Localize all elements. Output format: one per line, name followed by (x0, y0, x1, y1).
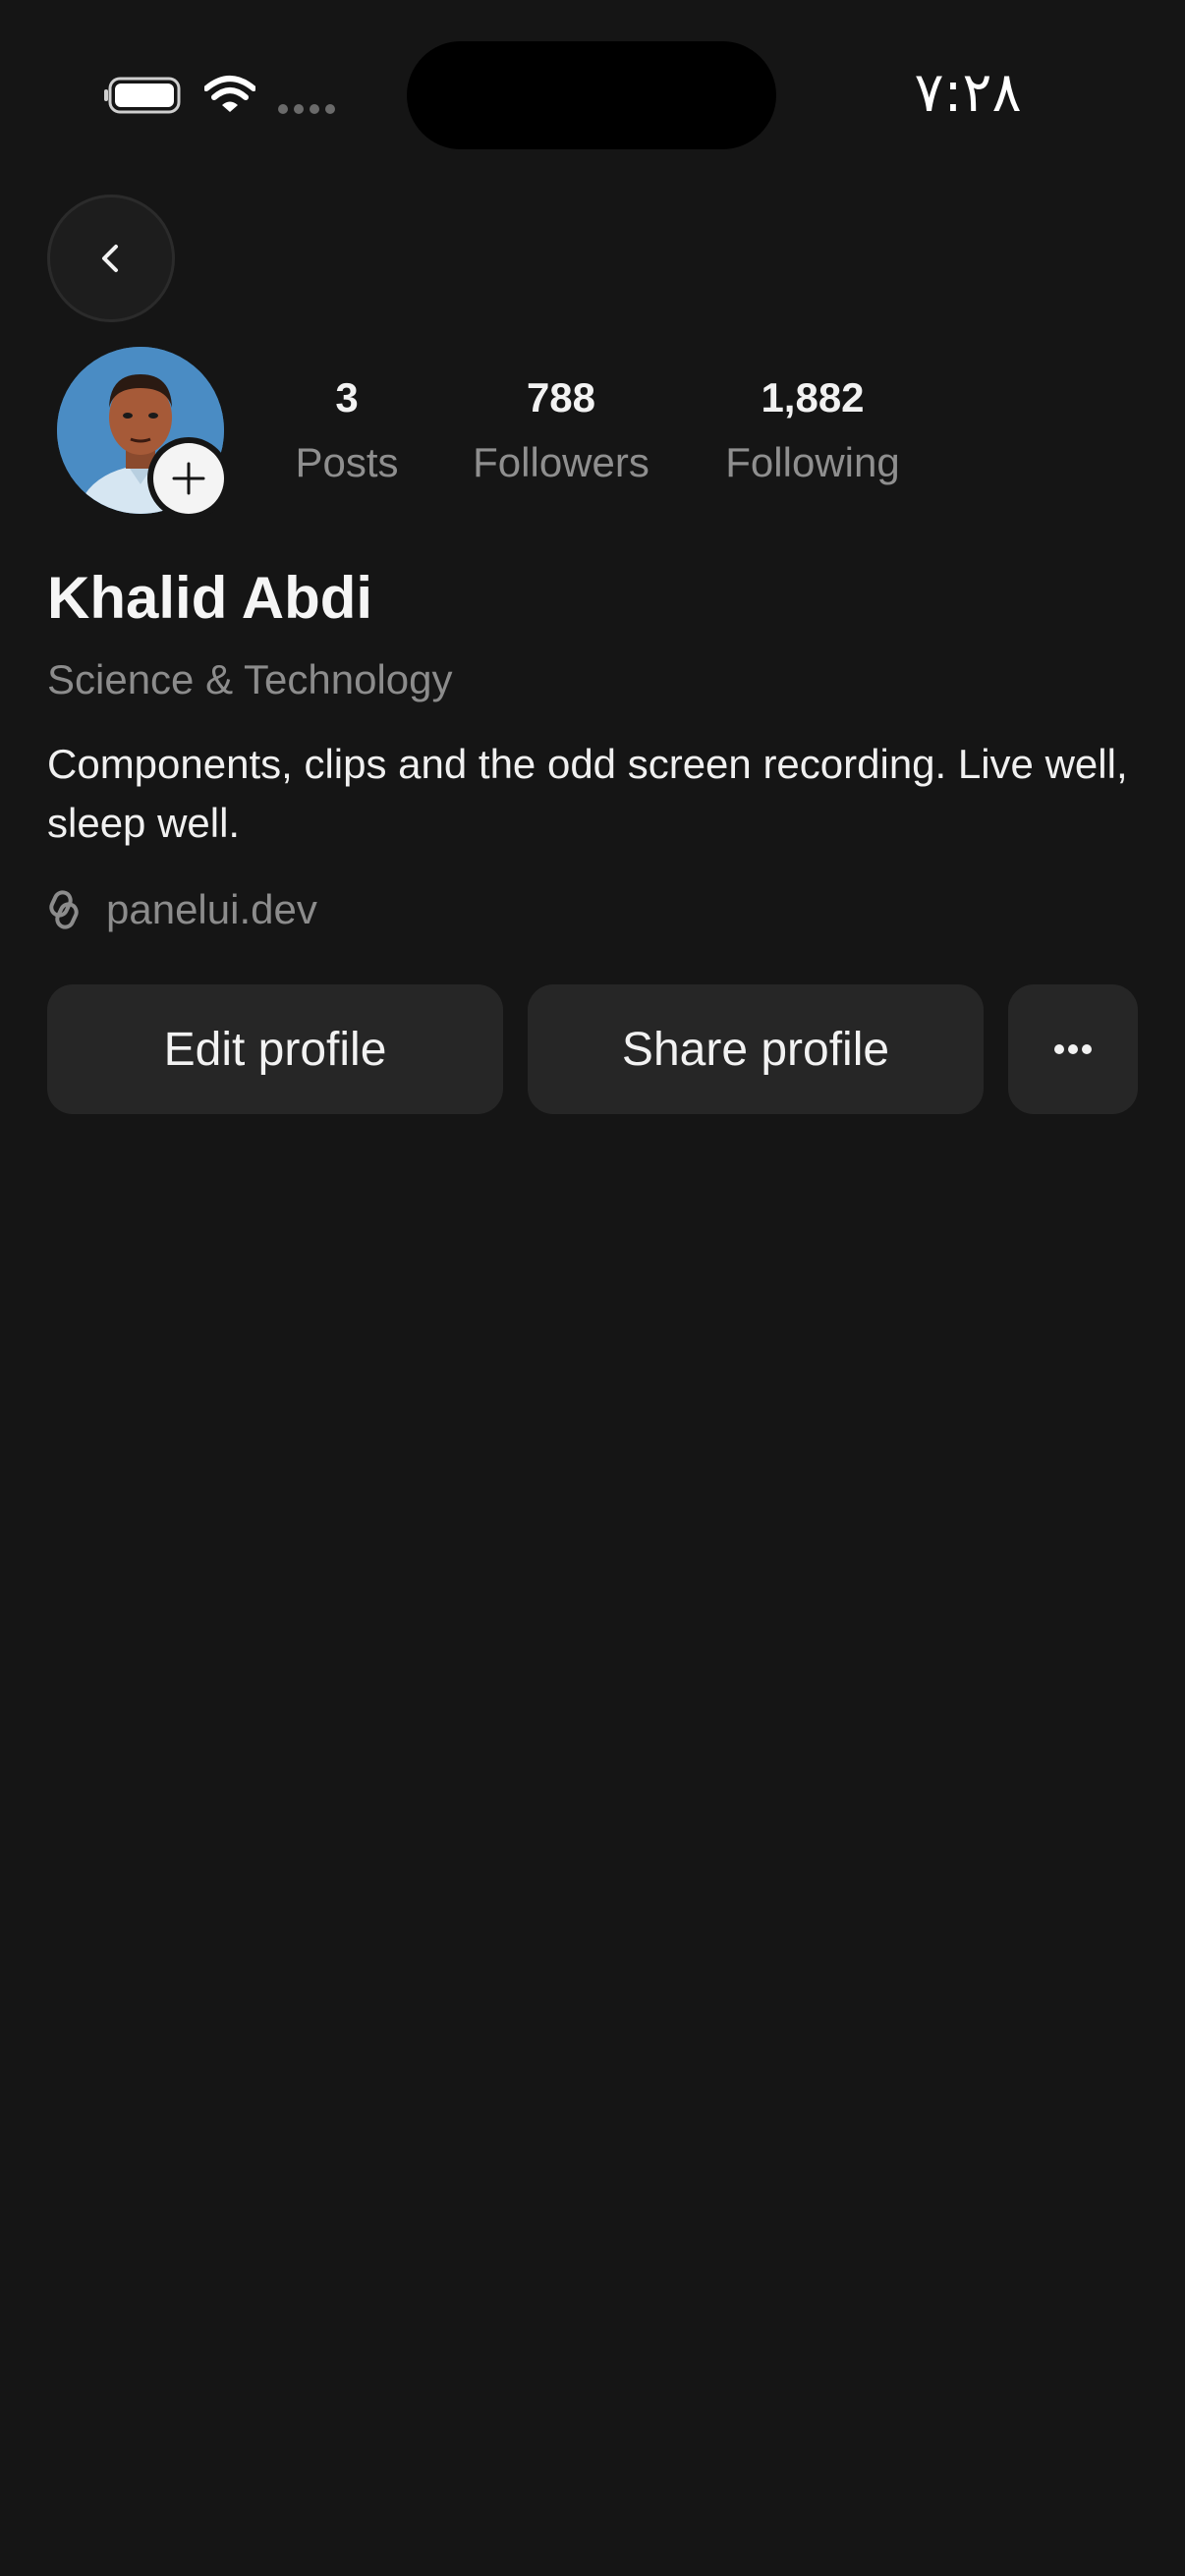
dynamic-island (407, 41, 776, 149)
ellipsis-icon (1054, 1044, 1092, 1054)
profile-category: Science & Technology (47, 656, 453, 702)
add-story-button[interactable] (147, 437, 230, 520)
followers-label: Followers (473, 439, 649, 485)
profile-link[interactable]: panelui.dev (47, 880, 317, 939)
share-profile-button[interactable]: Share profile (528, 984, 984, 1114)
back-button[interactable] (47, 195, 175, 322)
link-icon (49, 890, 79, 929)
following-label: Following (725, 439, 900, 485)
profile-name: Khalid Abdi (47, 565, 373, 631)
stat-followers[interactable]: 788 Followers (457, 368, 665, 492)
status-bar: ٧:٢٨ (0, 0, 1185, 149)
profile-link-text: panelui.dev (106, 886, 317, 932)
stat-posts[interactable]: 3 Posts (277, 368, 417, 492)
status-time: ٧:٢٨ (914, 61, 1022, 125)
edit-profile-button[interactable]: Edit profile (47, 984, 503, 1114)
add-story-circle (153, 443, 224, 514)
posts-count: 3 (335, 374, 359, 420)
posts-label: Posts (295, 439, 399, 485)
chevron-left-icon (102, 245, 118, 272)
wifi-icon (204, 76, 255, 112)
more-options-button[interactable] (1008, 984, 1138, 1114)
followers-count: 788 (526, 374, 596, 420)
battery-icon (104, 77, 181, 114)
plus-icon (172, 462, 205, 495)
stat-following[interactable]: 1,882 Following (707, 368, 918, 492)
signal-icon (278, 104, 335, 114)
profile-bio: Components, clips and the odd screen rec… (47, 741, 1128, 846)
following-count: 1,882 (761, 374, 865, 420)
